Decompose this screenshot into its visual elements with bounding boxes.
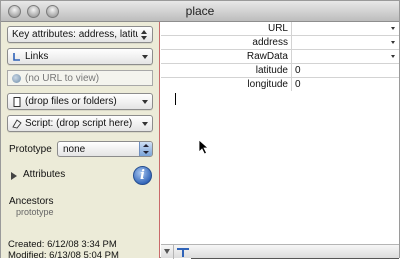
attribute-value-field[interactable] xyxy=(295,50,399,63)
key-attributes-popup[interactable]: Key attributes: address, latitud... xyxy=(7,26,153,43)
dropdown-arrow-icon xyxy=(142,100,148,104)
url-placeholder: (no URL to view) xyxy=(25,73,100,84)
popup-arrows-icon xyxy=(140,29,149,41)
ancestors-label: Ancestors xyxy=(9,196,54,207)
window-title: place xyxy=(185,4,215,18)
info-icon[interactable]: i xyxy=(133,166,152,185)
arrow-cursor-icon xyxy=(198,139,210,155)
dropdown-arrow-icon[interactable] xyxy=(391,55,395,58)
attribute-key: RawData xyxy=(161,50,292,63)
text-caret xyxy=(175,93,176,105)
key-attributes-label: Key attributes: address, latitud... xyxy=(12,29,138,40)
attribute-key: latitude xyxy=(161,64,292,77)
url-field[interactable]: (no URL to view) xyxy=(7,70,153,86)
links-label: Links xyxy=(25,51,49,62)
note-text-area[interactable] xyxy=(161,92,399,244)
prototype-select[interactable]: none xyxy=(57,141,153,157)
file-drop-popup[interactable]: (drop files or folders) xyxy=(7,93,153,110)
attribute-value-field[interactable] xyxy=(295,22,399,35)
ruler-line xyxy=(191,258,399,259)
attribute-row-longitude[interactable]: longitude 0 xyxy=(161,78,399,92)
attribute-value: 0 xyxy=(295,65,301,76)
attribute-key: URL xyxy=(161,22,292,35)
script-icon xyxy=(12,119,22,129)
title-bar[interactable]: place xyxy=(1,1,399,22)
attributes-disclosure-label[interactable]: Attributes xyxy=(23,169,65,180)
attribute-value-field[interactable]: 0 xyxy=(295,78,399,91)
note-window: place Key attributes: address, latitud..… xyxy=(0,0,400,261)
tab-stop-icon[interactable] xyxy=(176,246,190,258)
ancestors-value: prototype xyxy=(16,207,54,217)
attribute-row-address[interactable]: address xyxy=(161,36,399,50)
globe-icon xyxy=(12,74,21,83)
dropdown-arrow-icon[interactable] xyxy=(391,41,395,44)
link-icon xyxy=(13,53,20,61)
dropdown-arrow-icon[interactable] xyxy=(391,27,395,30)
divider xyxy=(173,245,174,259)
dropdown-arrow-icon xyxy=(142,55,148,59)
scroll-indicator-icon[interactable] xyxy=(164,249,170,254)
prototype-value: none xyxy=(63,144,86,155)
attribute-value: 0 xyxy=(295,79,301,90)
attribute-value-field[interactable]: 0 xyxy=(295,64,399,77)
disclosure-triangle-icon[interactable] xyxy=(11,172,17,180)
script-drop-label: Script: (drop script here) xyxy=(25,118,133,129)
attribute-key: longitude xyxy=(161,78,292,91)
links-popup[interactable]: Links xyxy=(7,48,153,65)
script-drop-popup[interactable]: Script: (drop script here) xyxy=(7,115,153,132)
attribute-key: address xyxy=(161,36,292,49)
file-icon xyxy=(13,97,21,107)
attribute-row-url[interactable]: URL xyxy=(161,22,399,36)
stepper-arrows-icon xyxy=(139,142,152,156)
attribute-value-field[interactable] xyxy=(295,36,399,49)
prototype-label: Prototype xyxy=(9,144,52,155)
text-bottom-bar xyxy=(161,244,399,259)
attribute-row-latitude[interactable]: latitude 0 xyxy=(161,64,399,78)
created-date: Created: 6/12/08 3:34 PM xyxy=(8,239,117,250)
attribute-row-rawdata[interactable]: RawData xyxy=(161,50,399,64)
key-attributes-table: URL address RawData latitude 0 longitude… xyxy=(161,22,399,93)
editor-pane: URL address RawData latitude 0 longitude… xyxy=(161,22,399,259)
info-sidebar: Key attributes: address, latitud... Link… xyxy=(1,22,160,261)
dropdown-arrow-icon xyxy=(142,122,148,126)
file-drop-label: (drop files or folders) xyxy=(25,96,117,107)
modified-date: Modified: 6/13/08 5:04 PM xyxy=(8,250,119,261)
